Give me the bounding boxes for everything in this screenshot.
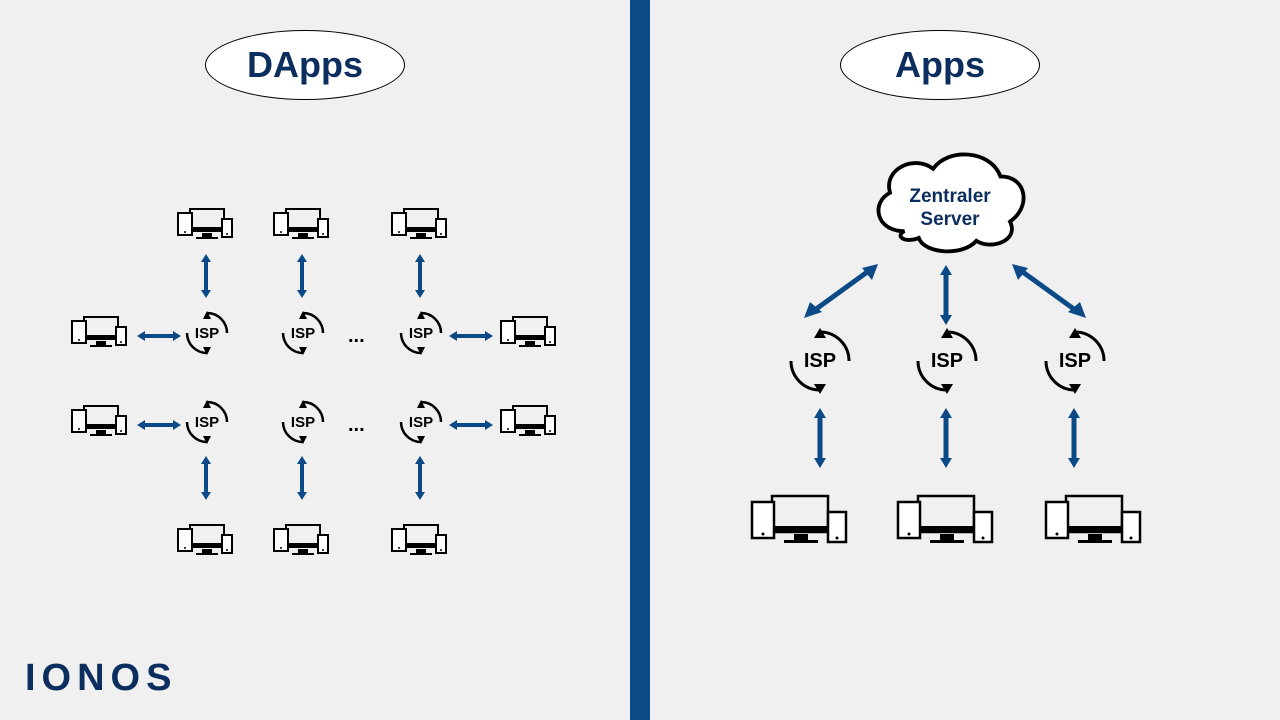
isp-node: ISP (279, 398, 327, 446)
dapps-panel: DApps ISP ISP ... ISP ISP ISP ... ISP (0, 0, 630, 720)
isp-node: ISP (183, 309, 231, 357)
apps-title: Apps (840, 30, 1040, 100)
arrow-vertical-icon (940, 265, 952, 325)
apps-panel: Apps Zentraler Server ISP ISP ISP (650, 0, 1280, 720)
isp-node: ISP (912, 326, 982, 396)
dapps-title: DApps (205, 30, 405, 100)
isp-label: ISP (195, 414, 219, 431)
arrow-vertical-icon (1068, 408, 1080, 468)
arrow-horizontal-icon (449, 328, 493, 338)
arrow-horizontal-icon (137, 417, 181, 427)
arrow-vertical-icon (201, 254, 211, 298)
isp-label: ISP (291, 414, 315, 431)
cloud-label: Zentraler Server (865, 186, 1035, 232)
device-node (176, 205, 236, 245)
arrow-vertical-icon (297, 254, 307, 298)
isp-node: ISP (397, 398, 445, 446)
arrow-vertical-icon (415, 254, 425, 298)
isp-node: ISP (183, 398, 231, 446)
isp-node: ISP (785, 326, 855, 396)
arrow-vertical-icon (415, 456, 425, 500)
vertical-divider (630, 0, 650, 720)
arrow-vertical-icon (940, 408, 952, 468)
isp-label: ISP (291, 325, 315, 342)
device-node (499, 402, 559, 442)
isp-node: ISP (397, 309, 445, 357)
apps-title-label: Apps (895, 44, 985, 86)
arrow-vertical-icon (297, 456, 307, 500)
cloud-line2: Server (920, 209, 979, 230)
arrow-vertical-icon (201, 456, 211, 500)
device-node (499, 313, 559, 353)
ellipsis-label: ... (348, 414, 365, 437)
device-node (70, 402, 130, 442)
device-node (750, 490, 850, 550)
arrow-diagonal-icon (1010, 262, 1090, 322)
device-node (70, 313, 130, 353)
cloud-line1: Zentraler (909, 186, 990, 207)
central-server-cloud: Zentraler Server (865, 140, 1035, 260)
device-node (272, 205, 332, 245)
isp-label: ISP (931, 350, 963, 373)
brand-logo: IONOS (25, 657, 177, 700)
device-node (896, 490, 996, 550)
device-node (272, 521, 332, 561)
device-node (390, 205, 450, 245)
arrow-vertical-icon (814, 408, 826, 468)
arrow-horizontal-icon (449, 417, 493, 427)
isp-node: ISP (279, 309, 327, 357)
arrow-diagonal-icon (800, 262, 880, 322)
ellipsis-label: ... (348, 325, 365, 348)
isp-label: ISP (195, 325, 219, 342)
device-node (176, 521, 236, 561)
arrow-horizontal-icon (137, 328, 181, 338)
dapps-title-label: DApps (247, 44, 363, 86)
isp-label: ISP (409, 414, 433, 431)
device-node (390, 521, 450, 561)
isp-label: ISP (409, 325, 433, 342)
device-node (1044, 490, 1144, 550)
isp-node: ISP (1040, 326, 1110, 396)
isp-label: ISP (804, 350, 836, 373)
isp-label: ISP (1059, 350, 1091, 373)
